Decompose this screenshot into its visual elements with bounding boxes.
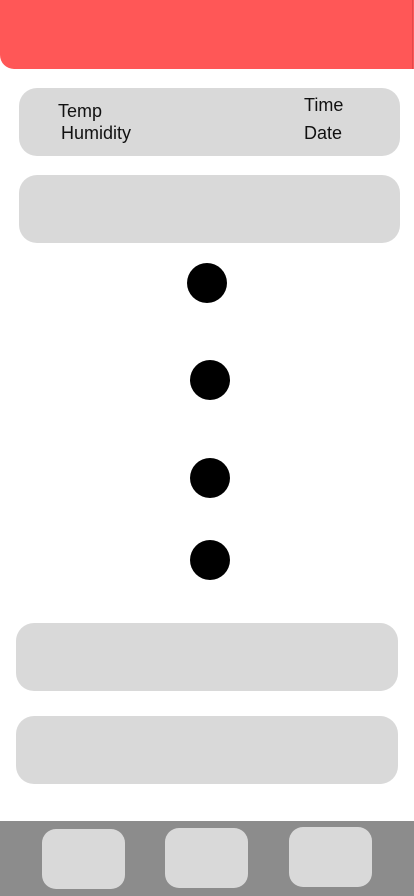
humidity-label: Humidity xyxy=(61,123,132,143)
nav-button-2[interactable] xyxy=(165,828,248,888)
date-label: Date xyxy=(304,123,343,143)
dot-indicator-4[interactable] xyxy=(190,540,230,580)
dot-indicator-2[interactable] xyxy=(190,360,230,400)
header-bar xyxy=(0,0,414,69)
blank-card-bottom-2[interactable] xyxy=(16,716,398,784)
dot-indicator-3[interactable] xyxy=(190,458,230,498)
bottom-navigation-bar xyxy=(0,821,414,896)
nav-button-3[interactable] xyxy=(289,827,372,887)
nav-button-1[interactable] xyxy=(42,829,125,889)
weather-info-card: Temp Humidity Time Date xyxy=(19,88,400,156)
dot-indicator-1[interactable] xyxy=(187,263,227,303)
blank-card-bottom-1[interactable] xyxy=(16,623,398,691)
header-edge-line xyxy=(412,0,413,69)
time-label: Time xyxy=(304,95,344,115)
blank-card-top[interactable] xyxy=(19,175,400,243)
temp-label: Temp xyxy=(58,101,103,121)
